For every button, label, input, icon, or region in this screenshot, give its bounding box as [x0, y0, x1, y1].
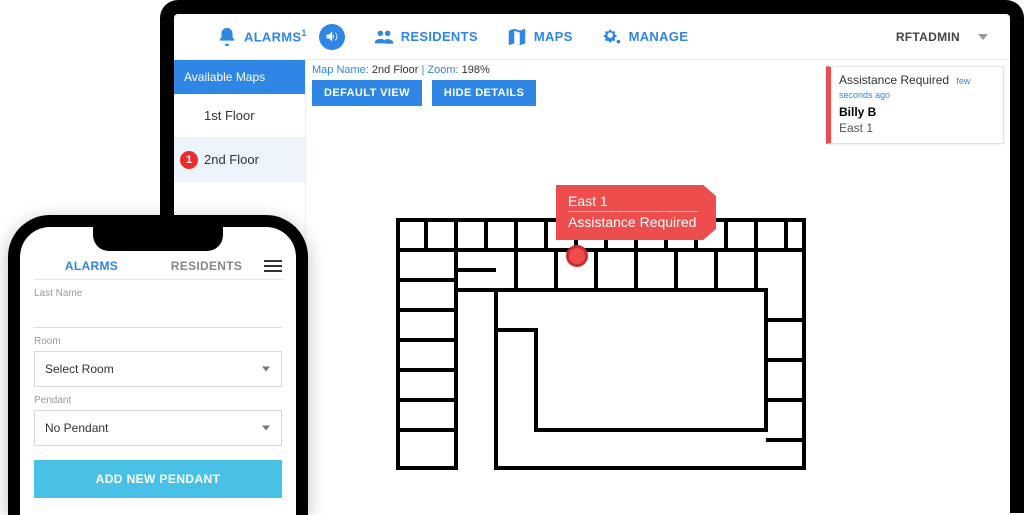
- alert-person: Billy B: [839, 105, 995, 119]
- gears-icon: [601, 26, 623, 48]
- hide-details-button[interactable]: HIDE DETAILS: [432, 80, 536, 106]
- map-callout[interactable]: East 1 Assistance Required: [556, 185, 716, 240]
- map-meta: Map Name: 2nd Floor | Zoom: 198%: [312, 64, 814, 76]
- phone-app-frame: ALARMS RESIDENTS Last Name Room Select R…: [8, 215, 308, 515]
- sidebar-item-1st-floor[interactable]: 1st Floor: [174, 94, 305, 138]
- nav-residents[interactable]: RESIDENTS: [373, 26, 478, 48]
- nav-manage[interactable]: MANAGE: [601, 26, 689, 48]
- alert-location: East 1: [839, 121, 995, 135]
- map-icon: [506, 26, 528, 48]
- map-panel: Map Name: 2nd Floor | Zoom: 198% DEFAULT…: [306, 60, 820, 513]
- menu-icon[interactable]: [264, 260, 282, 272]
- add-pendant-button[interactable]: ADD NEW PENDANT: [34, 460, 282, 498]
- sidebar-item-2nd-floor[interactable]: 1 2nd Floor: [174, 138, 305, 182]
- default-view-button[interactable]: DEFAULT VIEW: [312, 80, 422, 106]
- room-select[interactable]: Select Room: [34, 351, 282, 387]
- tab-residents[interactable]: RESIDENTS: [149, 259, 264, 273]
- alert-count-badge: 1: [180, 151, 198, 169]
- user-name: RFTADMIN: [896, 30, 960, 44]
- alert-panel: Assistance Required few seconds ago Bill…: [820, 60, 1010, 513]
- pendant-select[interactable]: No Pendant: [34, 410, 282, 446]
- nav-maps-label: MAPS: [534, 29, 573, 44]
- users-icon: [373, 26, 395, 48]
- alert-title: Assistance Required: [839, 73, 949, 87]
- nav-manage-label: MANAGE: [629, 29, 689, 44]
- label-room: Room: [34, 336, 282, 347]
- sidebar-item-label: 1st Floor: [204, 108, 255, 123]
- nav-maps[interactable]: MAPS: [506, 26, 573, 48]
- nav-residents-label: RESIDENTS: [401, 29, 478, 44]
- sidebar-header: Available Maps: [174, 60, 305, 94]
- nav-alarms-label: ALARMS1: [244, 28, 307, 44]
- sidebar-item-label: 2nd Floor: [204, 152, 259, 167]
- nav-alarms[interactable]: ALARMS1: [216, 26, 307, 48]
- user-menu[interactable]: RFTADMIN: [896, 30, 1002, 44]
- callout-location: East 1: [568, 193, 698, 212]
- bell-icon: [216, 26, 238, 48]
- phone-notch: [93, 227, 223, 251]
- label-pendant: Pendant: [34, 395, 282, 406]
- alert-card[interactable]: Assistance Required few seconds ago Bill…: [826, 66, 1004, 144]
- callout-status: Assistance Required: [568, 214, 698, 230]
- chevron-down-icon: [978, 34, 988, 40]
- sound-toggle[interactable]: [319, 24, 345, 50]
- label-lastname: Last Name: [34, 288, 282, 299]
- map-alert-pin[interactable]: [566, 245, 588, 267]
- speaker-icon: [324, 29, 339, 44]
- top-nav: ALARMS1 RESIDENTS MAPS MANAGE RFTADMIN: [174, 14, 1010, 60]
- phone-tabs: ALARMS RESIDENTS: [34, 259, 282, 280]
- lastname-input[interactable]: [34, 301, 282, 328]
- tab-alarms[interactable]: ALARMS: [34, 259, 149, 273]
